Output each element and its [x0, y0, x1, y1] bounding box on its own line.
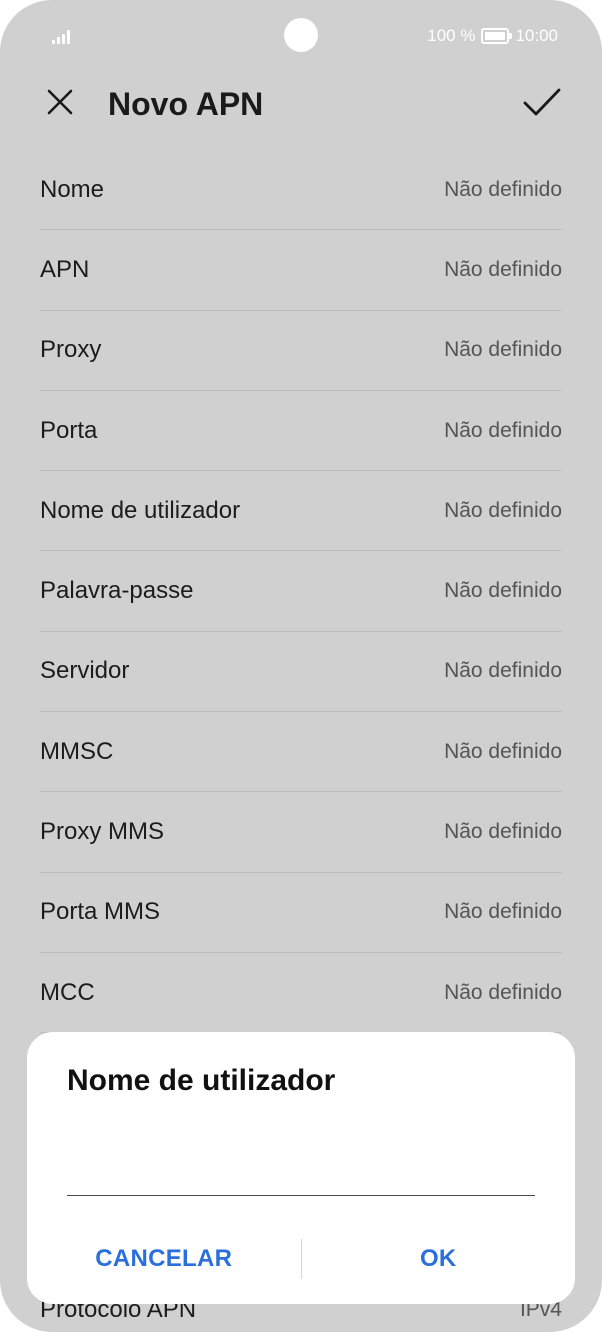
setting-label: Porta MMS [40, 898, 161, 926]
setting-label: Proxy MMS [40, 818, 165, 846]
setting-value: Não definido [444, 900, 562, 924]
setting-label: Porta [40, 416, 98, 444]
battery-icon [481, 28, 513, 44]
signal-icon [52, 28, 72, 44]
setting-row-nome[interactable]: Nome Não definido [40, 150, 562, 231]
setting-value: Não definido [444, 739, 562, 763]
dialog-actions: CANCELAR OK [27, 1232, 575, 1286]
setting-value: Não definido [444, 980, 562, 1004]
setting-label: Servidor [40, 657, 130, 685]
status-bar: 100 % 10:00 [0, 0, 602, 72]
setting-row-servidor[interactable]: Servidor Não definido [40, 632, 562, 713]
setting-row-mcc[interactable]: MCC Não definido [40, 953, 562, 1034]
page-title: Novo APN [108, 86, 264, 122]
setting-row-proxy-mms[interactable]: Proxy MMS Não definido [40, 792, 562, 873]
setting-row-nome-de-utilizador[interactable]: Nome de utilizador Não definido [40, 471, 562, 552]
check-icon [523, 88, 561, 116]
camera-cutout [284, 18, 318, 52]
setting-value: Não definido [444, 659, 562, 683]
setting-row-palavra-passe[interactable]: Palavra-passe Não definido [40, 551, 562, 632]
setting-value: Não definido [444, 418, 562, 442]
app-bar: Novo APN [0, 72, 602, 136]
cancel-button[interactable]: CANCELAR [27, 1245, 301, 1273]
setting-row-porta-mms[interactable]: Porta MMS Não definido [40, 873, 562, 953]
setting-value: Não definido [444, 177, 562, 201]
setting-value: Não definido [444, 338, 562, 362]
setting-value: Não definido [444, 820, 562, 844]
username-dialog: Nome de utilizador CANCELAR OK [27, 1032, 575, 1304]
setting-row-porta[interactable]: Porta Não definido [40, 391, 562, 472]
setting-label: Nome de utilizador [40, 496, 241, 524]
setting-value: Não definido [444, 579, 562, 603]
setting-label: Palavra-passe [40, 577, 194, 605]
status-right: 100 % 10:00 [427, 24, 558, 48]
ok-button[interactable]: OK [302, 1245, 576, 1273]
setting-label: MMSC [40, 737, 114, 765]
setting-label: MCC [40, 978, 95, 1006]
apn-settings-list: Nome Não definido APN Não definido Proxy… [40, 150, 562, 1034]
setting-value: Não definido [444, 498, 562, 522]
close-button[interactable] [40, 82, 80, 122]
dialog-title: Nome de utilizador [67, 1064, 336, 1097]
setting-row-mmsc[interactable]: MMSC Não definido [40, 712, 562, 793]
confirm-button[interactable] [520, 80, 564, 124]
clock: 10:00 [515, 26, 558, 45]
setting-label: APN [40, 255, 90, 283]
close-icon [47, 89, 73, 115]
setting-label: Proxy [40, 336, 102, 364]
battery-percentage: 100 % [427, 26, 476, 45]
username-input[interactable] [67, 1156, 535, 1196]
setting-row-apn[interactable]: APN Não definido [40, 230, 562, 311]
setting-label: Nome [40, 175, 105, 203]
setting-value: Não definido [444, 257, 562, 281]
setting-row-proxy[interactable]: Proxy Não definido [40, 311, 562, 391]
phone-screen: 100 % 10:00 Novo APN Nome Não definido A… [0, 0, 602, 1332]
